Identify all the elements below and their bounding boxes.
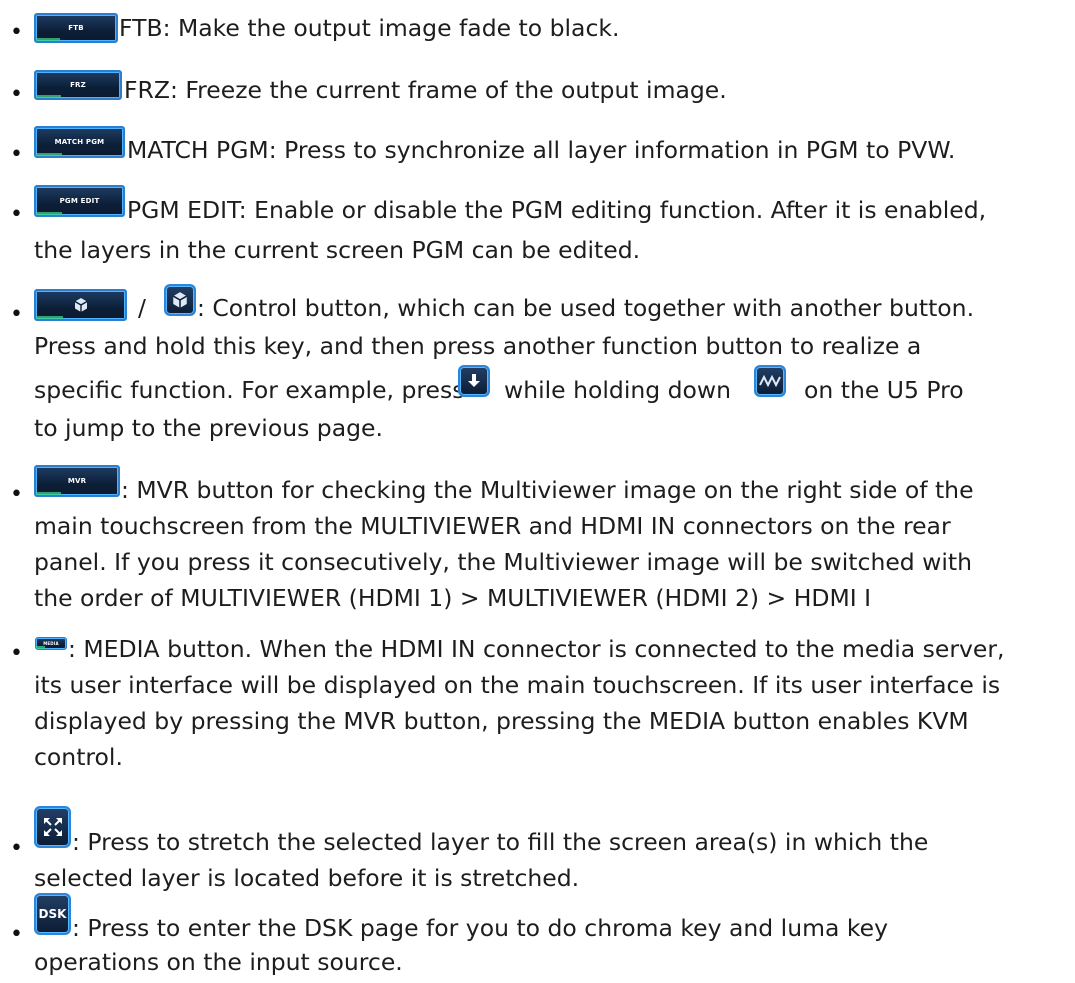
media-description-line-2: its user interface will be displayed on … [34, 671, 1001, 699]
pgm-edit-description-line-2: the layers in the current screen PGM can… [34, 236, 641, 264]
control-wide-button-icon [34, 289, 127, 321]
bullet-marker: • [10, 836, 23, 861]
control-description-line-4: to jump to the previous page. [34, 414, 383, 442]
bullet-marker: • [10, 302, 23, 327]
cube-icon [74, 298, 87, 312]
fill-description-line-2: selected layer is located before it is s… [34, 864, 580, 892]
bullet-marker: • [10, 482, 23, 507]
expand-icon [43, 818, 62, 836]
frz-button-label: FRZ [70, 81, 86, 89]
ftb-description: FTB: Make the output image fade to black… [119, 14, 620, 42]
control-description-line-1: : Control button, which can be used toge… [197, 294, 975, 322]
bullet-marker: • [10, 20, 23, 45]
match-pgm-button-label: MATCH PGM [54, 138, 105, 146]
frz-button-icon: FRZ [34, 70, 122, 100]
dsk-description-line-1: : Press to enter the DSK page for you to… [72, 914, 888, 942]
dsk-button-icon: DSK [34, 893, 71, 935]
mvr-button-icon: MVR [34, 465, 120, 497]
button-descriptions-list: • FTB FTB: Make the output image fade to… [0, 0, 1075, 983]
fill-button-icon [34, 806, 71, 848]
bullet-marker: • [10, 142, 23, 167]
mvr-description-line-2: main touchscreen from the MULTIVIEWER an… [34, 512, 951, 540]
media-button-icon: MEDIA [35, 637, 67, 650]
match-pgm-description: MATCH PGM: Press to synchronize all laye… [127, 136, 956, 164]
bullet-marker: • [10, 202, 23, 227]
slash-separator: / [138, 294, 146, 322]
bullet-marker: • [10, 641, 23, 666]
control-description-line-2: Press and hold this key, and then press … [34, 332, 922, 360]
page-down-button-icon [458, 365, 490, 397]
pgm-edit-button-icon: PGM EDIT [34, 185, 125, 217]
media-description-line-1: : MEDIA button. When the HDMI IN connect… [68, 635, 1005, 663]
frz-description: FRZ: Freeze the current frame of the out… [124, 76, 727, 104]
bullet-marker: • [10, 82, 23, 107]
mvr-button-label: MVR [67, 477, 87, 485]
fill-description-line-1: : Press to stretch the selected layer to… [72, 828, 929, 856]
ftb-button-label: FTB [68, 24, 84, 32]
match-pgm-button-icon: MATCH PGM [34, 126, 125, 158]
dsk-button-label: DSK [38, 907, 67, 921]
control-description-line-3a: specific function. For example, press [34, 376, 465, 404]
dsk-description-line-2: operations on the input source. [34, 948, 403, 976]
nova-button-icon [754, 365, 786, 397]
cube-icon [172, 292, 188, 308]
control-description-line-3b: while holding down [504, 376, 732, 404]
media-button-label: MEDIA [43, 641, 59, 646]
pgm-edit-description-line-1: PGM EDIT: Enable or disable the PGM edit… [127, 196, 987, 224]
control-square-button-icon [164, 284, 196, 316]
media-description-line-4: control. [34, 743, 123, 771]
nova-logo-icon [759, 375, 781, 387]
mvr-description-line-3: panel. If you press it consecutively, th… [34, 548, 973, 576]
mvr-description-line-4: the order of MULTIVIEWER (HDMI 1) > MULT… [34, 584, 872, 612]
arrow-down-icon [468, 374, 480, 387]
ftb-button-icon: FTB [34, 13, 118, 43]
media-description-line-3: displayed by pressing the MVR button, pr… [34, 707, 969, 735]
bullet-marker: • [10, 922, 23, 947]
mvr-description-line-1: : MVR button for checking the Multiviewe… [121, 476, 974, 504]
pgm-edit-button-label: PGM EDIT [59, 197, 100, 205]
control-description-line-3c: on the U5 Pro [804, 376, 964, 404]
